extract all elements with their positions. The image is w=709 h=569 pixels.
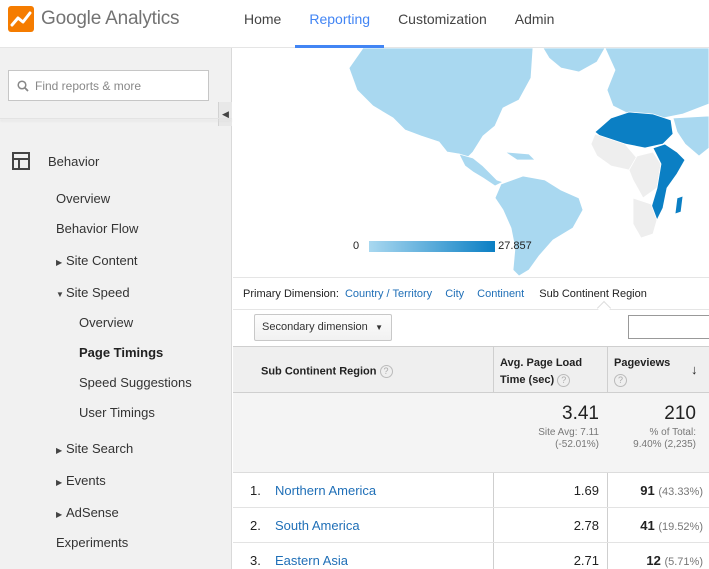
- section-label: Behavior: [48, 153, 100, 169]
- nav-admin[interactable]: Admin: [501, 0, 569, 48]
- dimension-city[interactable]: City: [445, 288, 464, 300]
- map-region-europe: [604, 48, 709, 121]
- row-pageviews: 12 (5.71%): [646, 553, 703, 568]
- behavior-icon: [12, 152, 30, 170]
- geo-map[interactable]: 0 27.857: [233, 48, 709, 277]
- map-region-madagascar: [674, 195, 684, 215]
- row-load-time: 2.78: [573, 518, 599, 533]
- top-bar: Google Analytics Home Reporting Customiz…: [0, 0, 709, 48]
- row-load-time: 1.69: [573, 483, 599, 498]
- sidebar-item-behavior-flow[interactable]: Behavior Flow: [56, 221, 138, 236]
- row-pageviews: 41 (19.52%): [640, 518, 703, 533]
- table-filter-input[interactable]: [628, 315, 709, 339]
- nav-home[interactable]: Home: [230, 0, 295, 48]
- help-icon[interactable]: ?: [557, 373, 571, 387]
- sidebar-divider: [0, 118, 232, 119]
- map-region-central-america: [458, 153, 505, 187]
- sidebar-item-speed-suggestions[interactable]: Speed Suggestions: [79, 375, 192, 390]
- analytics-logo-icon: [8, 6, 34, 32]
- totals-row: 3.41 Site Avg: 7.11 (-52.01%) 210 % of To…: [233, 393, 709, 473]
- table-controls: Secondary dimension ▼: [233, 310, 709, 346]
- total-load-sub: Site Avg: 7.11 (-52.01%): [538, 427, 599, 450]
- primary-dimension-bar: Primary Dimension: Country / Territory C…: [233, 277, 709, 316]
- expand-arrow-icon: ▶: [56, 258, 63, 267]
- search-input[interactable]: [35, 78, 205, 93]
- total-pageviews: 210: [664, 403, 696, 424]
- row-region-link[interactable]: South America: [275, 518, 360, 533]
- map-region-greenland: [542, 48, 606, 73]
- google-analytics-logo[interactable]: Google Analytics: [8, 6, 180, 32]
- sort-descending-icon[interactable]: ↓: [691, 362, 698, 377]
- collapse-arrow-icon: ▼: [56, 290, 64, 299]
- row-region-link[interactable]: Northern America: [275, 483, 376, 498]
- table-row: 2. South America 2.78 41 (19.52%): [233, 508, 709, 543]
- map-region-south-america: [494, 175, 584, 277]
- sidebar-item-speed-overview[interactable]: Overview: [79, 315, 133, 330]
- col-header-region[interactable]: Sub Continent Region ?: [261, 365, 393, 378]
- map-region-middle-east: [672, 115, 709, 157]
- sidebar-item-page-timings[interactable]: Page Timings: [79, 345, 163, 360]
- sidebar-item-adsense[interactable]: ▶ AdSense: [56, 505, 119, 520]
- table-row: 3. Eastern Asia 2.71 12 (5.71%): [233, 543, 709, 569]
- sidebar-item-site-speed[interactable]: ▼ Site Speed: [56, 285, 130, 300]
- dimension-country[interactable]: Country / Territory: [345, 288, 432, 300]
- expand-arrow-icon: ▶: [56, 478, 63, 487]
- legend-gradient: [369, 240, 496, 252]
- help-icon[interactable]: ?: [614, 373, 627, 387]
- map-legend: 0 27.857: [353, 240, 532, 252]
- chevron-down-icon: ▼: [375, 323, 383, 332]
- report-content: 0 27.857 Primary Dimension: Country / Te…: [233, 48, 709, 569]
- row-index: 2.: [250, 518, 261, 533]
- secondary-dimension-dropdown[interactable]: Secondary dimension ▼: [254, 314, 392, 341]
- legend-min: 0: [353, 240, 360, 252]
- help-icon[interactable]: ?: [379, 365, 393, 378]
- table-row: 1. Northern America 1.69 91 (43.33%): [233, 473, 709, 508]
- sidebar: ◀ Behavior Overview Behavior Flow ▶Site …: [0, 48, 232, 569]
- row-index: 1.: [250, 483, 261, 498]
- total-load-time: 3.41: [562, 403, 599, 424]
- row-pageviews: 91 (43.33%): [640, 483, 703, 498]
- nav-customization[interactable]: Customization: [384, 0, 501, 48]
- logo-text: Google Analytics: [41, 8, 180, 29]
- total-pageviews-sub: % of Total: 9.40% (2,235): [633, 427, 696, 450]
- table-header: Sub Continent Region ? Avg. Page Load Tim…: [233, 346, 709, 393]
- map-region-north-america: [348, 48, 534, 161]
- nav-reporting[interactable]: Reporting: [295, 0, 384, 48]
- row-load-time: 2.71: [573, 553, 599, 568]
- sidebar-item-site-content[interactable]: ▶ Site Content: [56, 253, 138, 268]
- legend-max: 27.857: [498, 240, 532, 252]
- sidebar-item-events[interactable]: ▶ Events: [56, 473, 106, 488]
- expand-arrow-icon: ▶: [56, 510, 63, 519]
- sidebar-item-experiments[interactable]: Experiments: [56, 535, 128, 550]
- dimension-continent[interactable]: Continent: [477, 288, 524, 300]
- sidebar-section-behavior[interactable]: Behavior: [12, 152, 99, 170]
- sidebar-item-user-timings[interactable]: User Timings: [79, 405, 155, 420]
- sidebar-item-site-search[interactable]: ▶ Site Search: [56, 441, 133, 456]
- col-header-load-time[interactable]: Avg. Page Load Time (sec) ?: [500, 355, 582, 389]
- main-nav: Home Reporting Customization Admin: [230, 0, 568, 48]
- sidebar-item-overview[interactable]: Overview: [56, 191, 110, 206]
- row-index: 3.: [250, 553, 261, 568]
- report-search[interactable]: [8, 70, 209, 101]
- dimension-sub-continent-selected: Sub Continent Region: [539, 287, 647, 300]
- col-header-pageviews[interactable]: Pageviews?: [614, 355, 670, 389]
- expand-arrow-icon: ▶: [56, 446, 63, 455]
- search-icon: [17, 79, 29, 92]
- collapse-sidebar-icon[interactable]: ◀: [218, 102, 232, 126]
- map-region-caribbean: [504, 151, 536, 161]
- primary-dimension-label: Primary Dimension:: [243, 287, 339, 300]
- row-region-link[interactable]: Eastern Asia: [275, 553, 348, 568]
